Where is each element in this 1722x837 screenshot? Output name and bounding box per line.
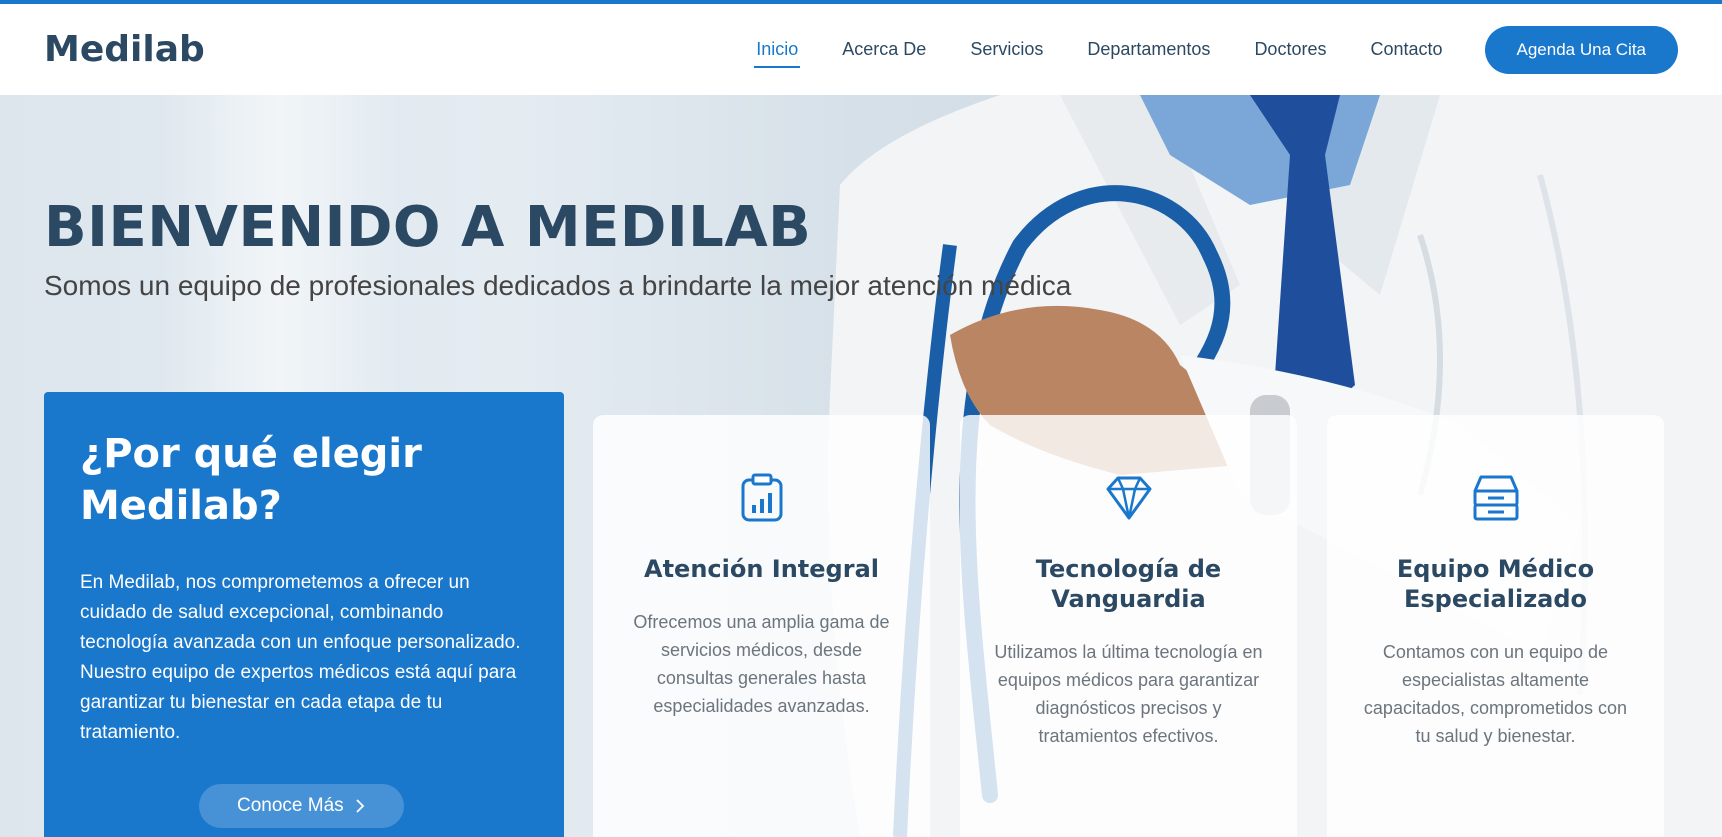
card-text: Ofrecemos una amplia gama de servicios m… — [633, 612, 890, 716]
card-text: Utilizamos la última tecnología en equip… — [994, 642, 1263, 746]
appointment-button[interactable]: Agenda Una Cita — [1484, 25, 1678, 74]
card-text: Contamos con un equipo de especialistas … — [1363, 642, 1628, 746]
why-title: ¿Por qué elegir Medilab? — [80, 431, 422, 529]
nav-acerca-de[interactable]: Acerca De — [840, 31, 928, 68]
nav-doctores[interactable]: Doctores — [1252, 31, 1328, 68]
nav-contacto[interactable]: Contacto — [1368, 31, 1444, 68]
site-header: Medilab Inicio Acerca De Servicios Depar… — [0, 4, 1722, 95]
learn-more-label: Conoce Más — [237, 795, 344, 816]
inbox-icon — [1473, 475, 1518, 521]
why-text: En Medilab, nos comprometemos a ofrecer … — [80, 572, 521, 743]
feature-card-tecnologia: Tecnología de Vanguardia Utilizamos la ú… — [960, 415, 1297, 837]
feature-card-atencion: Atención Integral Ofrecemos una amplia g… — [593, 415, 930, 837]
logo[interactable]: Medilab — [44, 29, 205, 70]
feature-card-equipo: Equipo Médico Especializado Contamos con… — [1327, 415, 1664, 837]
card-title: Equipo Médico Especializado — [1396, 555, 1595, 613]
nav-servicios[interactable]: Servicios — [968, 31, 1045, 68]
card-title: Atención Integral — [644, 555, 879, 583]
hero-subtitle: Somos un equipo de profesionales dedicad… — [44, 270, 1072, 301]
nav-departamentos[interactable]: Departamentos — [1085, 31, 1212, 68]
main-nav: Inicio Acerca De Servicios Departamentos… — [714, 25, 1678, 74]
learn-more-button[interactable]: Conoce Más — [199, 784, 404, 828]
hero-title: BIENVENIDO A MEDILAB — [44, 195, 812, 260]
card-title: Tecnología de Vanguardia — [1035, 555, 1222, 613]
why-medilab-box: ¿Por qué elegir Medilab? En Medilab, nos… — [44, 392, 564, 837]
clipboard-chart-icon — [741, 473, 782, 522]
nav-inicio[interactable]: Inicio — [754, 31, 801, 68]
gem-icon — [1106, 476, 1151, 520]
chevron-right-icon — [356, 799, 364, 813]
hero-section: BIENVENIDO A MEDILAB Somos un equipo de … — [0, 95, 1722, 837]
